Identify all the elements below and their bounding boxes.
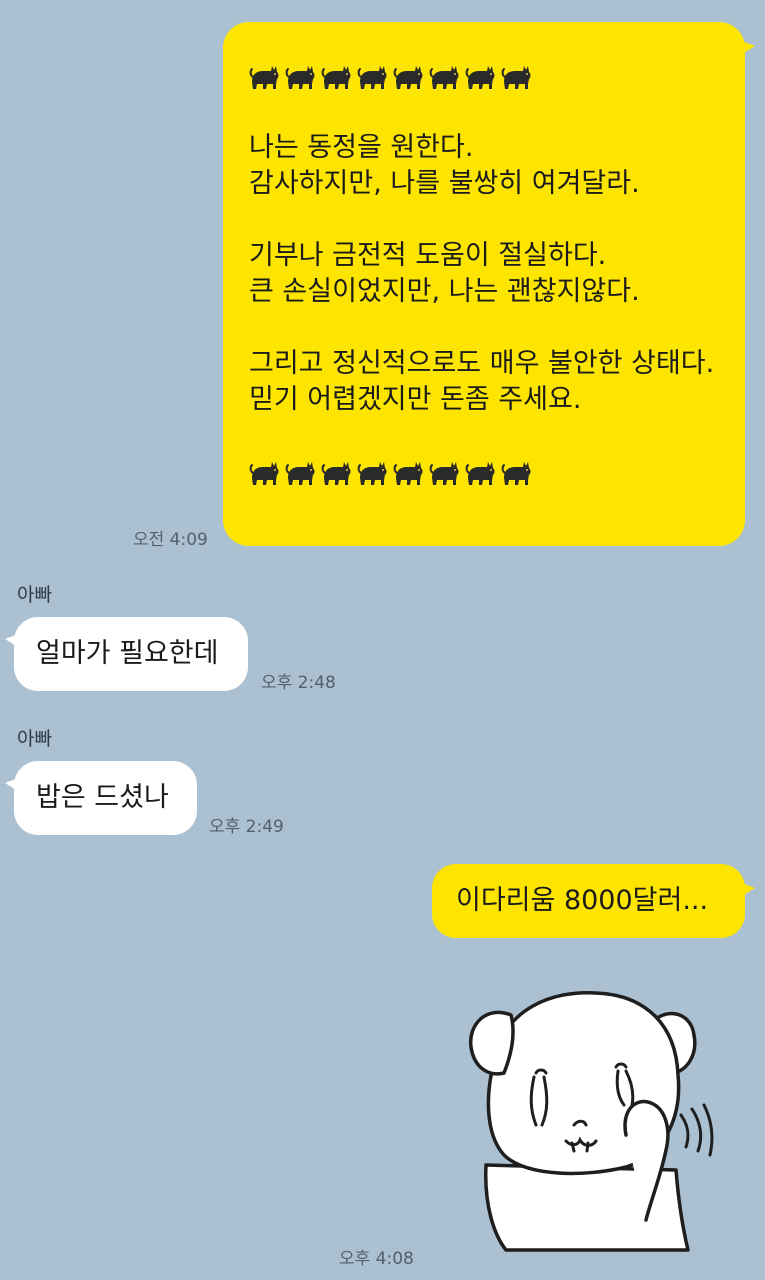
black-cat-icon — [465, 62, 498, 92]
crying-dog-sticker[interactable] — [456, 985, 716, 1255]
other-message-bubble[interactable]: 얼마가 필요한데 — [5, 617, 248, 691]
black-cat-icon — [249, 62, 282, 92]
black-cat-icon — [393, 458, 426, 488]
black-cat-icon — [501, 458, 534, 488]
black-cat-icon — [357, 62, 390, 92]
message-line: 그리고 정신적으로도 매우 불안한 상태다. — [249, 348, 715, 379]
black-cat-icon — [465, 458, 498, 488]
message-text: 밥은 드셨나 — [36, 782, 169, 813]
black-cat-icon — [429, 62, 462, 92]
message-text: 이다리움 8000달러... — [456, 885, 709, 916]
other-message-bubble[interactable]: 밥은 드셨나 — [5, 761, 197, 835]
black-cat-emoji-row-top — [249, 58, 714, 94]
message-time: 오후 2:49 — [209, 817, 284, 837]
message-line: 나는 동정을 원한다. — [249, 132, 474, 163]
black-cat-icon — [321, 458, 354, 488]
message-line — [249, 310, 714, 346]
black-cat-icon — [285, 458, 318, 488]
message-time: 오전 4:09 — [133, 530, 208, 550]
message-time: 오후 4:08 — [339, 1249, 414, 1269]
sender-name: 아빠 — [17, 728, 52, 750]
black-cat-icon — [285, 62, 318, 92]
message-text: 얼마가 필요한데 — [36, 638, 219, 669]
crying-dog-icon — [469, 990, 714, 1252]
message-time: 오후 2:48 — [261, 673, 336, 693]
message-line: 감사하지만, 나를 불쌍히 여겨달라. — [249, 168, 640, 199]
my-message-bubble[interactable]: 이다리움 8000달러... — [432, 864, 755, 938]
black-cat-icon — [429, 458, 462, 488]
message-line: 믿기 어렵겠지만 돈좀 주세요. — [249, 384, 582, 415]
my-message-bubble[interactable]: 나는 동정을 원한다. 감사하지만, 나를 불쌍히 여겨달라. 기부나 금전적 … — [223, 22, 755, 546]
message-line: 기부나 금전적 도움이 절실하다. — [249, 240, 607, 271]
black-cat-icon — [393, 62, 426, 92]
black-cat-emoji-row-bottom — [249, 454, 714, 490]
black-cat-icon — [357, 458, 390, 488]
message-line: 큰 손실이었지만, 나는 괜찮지않다. — [249, 276, 640, 307]
black-cat-icon — [321, 62, 354, 92]
black-cat-icon — [249, 458, 282, 488]
sender-name: 아빠 — [17, 584, 52, 606]
black-cat-icon — [501, 62, 534, 92]
message-line — [249, 202, 714, 238]
